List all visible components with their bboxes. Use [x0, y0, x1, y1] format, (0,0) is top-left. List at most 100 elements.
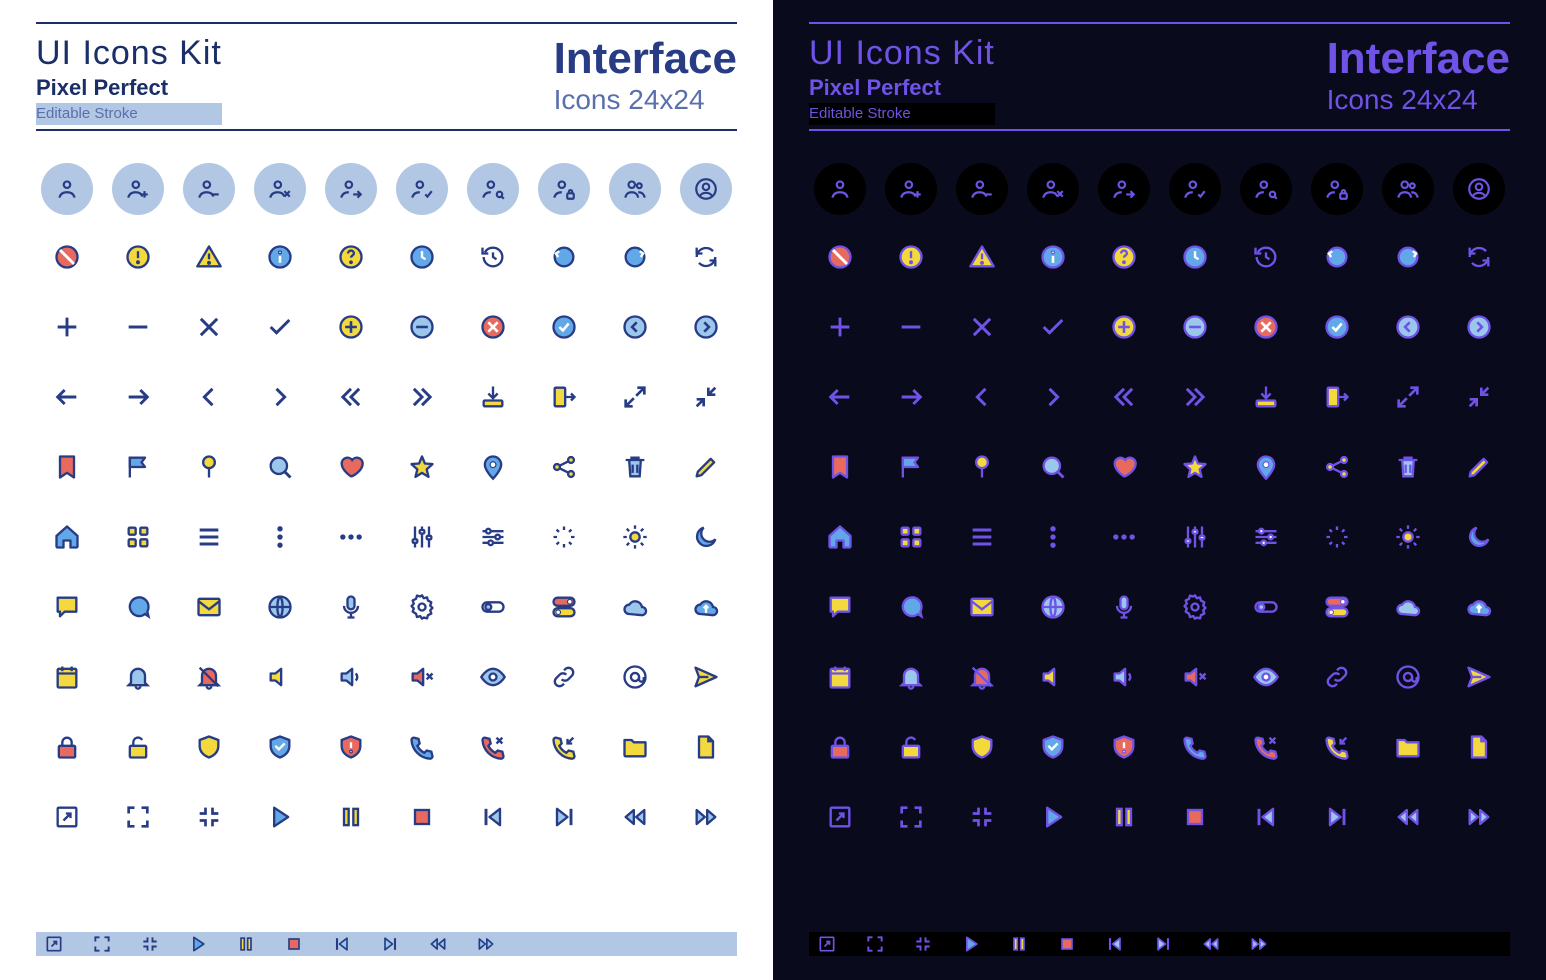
heart-icon — [320, 443, 381, 495]
fullscreen-icon — [92, 934, 112, 954]
shield-alert-icon — [320, 723, 381, 775]
user-remove-icon — [951, 163, 1012, 215]
toggle-on-icon — [1307, 583, 1368, 635]
user-search-icon — [463, 163, 524, 215]
external-icon — [44, 934, 64, 954]
more-vertical-icon — [1022, 513, 1083, 565]
more-horizontal-icon — [1093, 513, 1154, 565]
bookmark-icon — [809, 443, 870, 495]
mail-icon — [951, 583, 1012, 635]
star-icon — [391, 443, 452, 495]
no-entry-icon — [36, 233, 97, 285]
rewind-icon — [605, 793, 666, 845]
x-circle-icon — [1236, 303, 1297, 355]
phone-x-icon — [1236, 723, 1297, 775]
footer-strip-dark — [809, 932, 1510, 956]
play-icon — [188, 934, 208, 954]
chevron-right-circle-icon — [1449, 303, 1510, 355]
skip-forward-icon — [1307, 793, 1368, 845]
alert-circle-icon — [107, 233, 168, 285]
kit-note: Editable Stroke — [36, 105, 138, 122]
sync-icon — [1449, 233, 1510, 285]
light-panel: UI Icons Kit Pixel Perfect Editable Stro… — [0, 0, 773, 980]
exit-icon — [534, 373, 595, 425]
sun-icon — [605, 513, 666, 565]
user-icon — [809, 163, 870, 215]
file-icon — [676, 723, 737, 775]
user-arrow-icon — [1093, 163, 1154, 215]
chevrons-left-icon — [1093, 373, 1154, 425]
pause-icon — [1093, 793, 1154, 845]
toggle-off-icon — [463, 583, 524, 635]
at-icon — [605, 653, 666, 705]
download-icon — [1236, 373, 1297, 425]
folder-icon — [1378, 723, 1439, 775]
alert-circle-icon — [880, 233, 941, 285]
pause-icon — [1009, 934, 1029, 954]
fast-forward-icon — [1249, 934, 1269, 954]
skip-forward-icon — [380, 934, 400, 954]
sync-icon — [676, 233, 737, 285]
kit-note: Editable Stroke — [809, 105, 911, 122]
minus-icon — [880, 303, 941, 355]
chevron-left-circle-icon — [605, 303, 666, 355]
user-icon — [36, 163, 97, 215]
exit-fullscreen-icon — [140, 934, 160, 954]
exit-fullscreen-icon — [913, 934, 933, 954]
send-icon — [676, 653, 737, 705]
send-icon — [1449, 653, 1510, 705]
grid-icon — [880, 513, 941, 565]
grid-icon — [107, 513, 168, 565]
history-icon — [1236, 233, 1297, 285]
check-circle-icon — [1307, 303, 1368, 355]
cloud-up-icon — [676, 583, 737, 635]
unlock-icon — [880, 723, 941, 775]
unlock-icon — [107, 723, 168, 775]
divider-top — [809, 22, 1510, 24]
star-icon — [1164, 443, 1225, 495]
dark-panel: UI Icons Kit Pixel Perfect Editable Stro… — [773, 0, 1546, 980]
arrow-right-icon — [880, 373, 941, 425]
volume-0-icon — [1022, 653, 1083, 705]
shrink-icon — [1449, 373, 1510, 425]
map-pin-icon — [463, 443, 524, 495]
check-icon — [249, 303, 310, 355]
skip-back-icon — [463, 793, 524, 845]
shield-icon — [178, 723, 239, 775]
volume-1-icon — [320, 653, 381, 705]
phone-icon — [391, 723, 452, 775]
arrow-right-icon — [107, 373, 168, 425]
x-icon — [178, 303, 239, 355]
shield-check-icon — [249, 723, 310, 775]
pause-icon — [236, 934, 256, 954]
message-icon — [36, 583, 97, 635]
chevron-left-icon — [178, 373, 239, 425]
download-icon — [463, 373, 524, 425]
expand-icon — [605, 373, 666, 425]
user-check-icon — [1164, 163, 1225, 215]
minus-circle-icon — [1164, 303, 1225, 355]
info-icon — [1022, 233, 1083, 285]
shield-alert-icon — [1093, 723, 1154, 775]
sun-icon — [1378, 513, 1439, 565]
fullscreen-icon — [865, 934, 885, 954]
phone-in-icon — [1307, 723, 1368, 775]
exit-icon — [1307, 373, 1368, 425]
bell-icon — [880, 653, 941, 705]
rewind-icon — [1378, 793, 1439, 845]
eye-icon — [463, 653, 524, 705]
chevrons-right-icon — [1164, 373, 1225, 425]
header: UI Icons Kit Pixel Perfect Editable Stro… — [36, 34, 737, 125]
user-check-icon — [391, 163, 452, 215]
alert-triangle-icon — [178, 233, 239, 285]
fullscreen-icon — [107, 793, 168, 845]
kit-title: UI Icons Kit — [36, 34, 222, 73]
sliders-h-icon — [463, 513, 524, 565]
question-icon — [320, 233, 381, 285]
kit-title: UI Icons Kit — [809, 34, 995, 73]
user-circle-icon — [1449, 163, 1510, 215]
user-add-icon — [880, 163, 941, 215]
eye-icon — [1236, 653, 1297, 705]
flag-icon — [107, 443, 168, 495]
pause-icon — [320, 793, 381, 845]
